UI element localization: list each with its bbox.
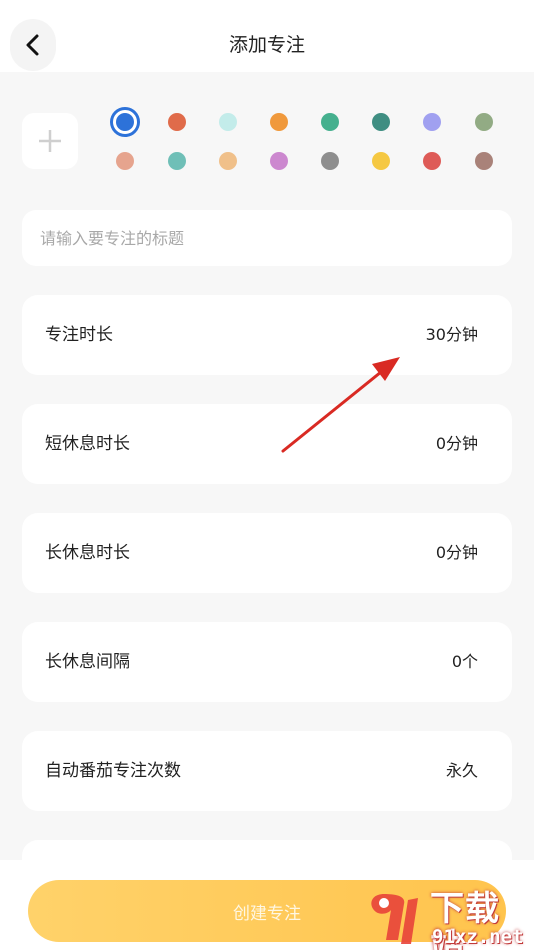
color-option[interactable] [475, 152, 493, 170]
setting-label: 长休息时长 [45, 543, 130, 563]
color-option[interactable] [372, 152, 390, 170]
color-option[interactable] [219, 152, 237, 170]
plus-icon [39, 130, 61, 152]
selected-color-indicator [116, 113, 134, 131]
setting-label: 长休息间隔 [45, 652, 130, 672]
setting-row-short-break[interactable]: 短休息时长 0分钟 [22, 404, 512, 484]
color-option[interactable] [168, 113, 186, 131]
add-icon-button[interactable] [22, 113, 78, 169]
color-option[interactable] [116, 152, 134, 170]
setting-row-auto-pomodoro-count[interactable]: 自动番茄专注次数 永久 [22, 731, 512, 811]
setting-label: 自动番茄专注次数 [45, 761, 181, 781]
setting-value: 0分钟 [435, 543, 478, 562]
setting-label: 专注时长 [45, 325, 113, 345]
color-option[interactable] [423, 152, 441, 170]
setting-row-long-break[interactable]: 长休息时长 0分钟 [22, 513, 512, 593]
watermark-domain: 91xz.net [432, 926, 524, 948]
setting-value: 永久 [445, 761, 478, 780]
setting-value: 30分钟 [425, 325, 478, 344]
watermark: 下载站 91xz.net [364, 890, 534, 950]
setting-label: 短休息时长 [45, 434, 130, 454]
setting-value: 0个 [451, 652, 478, 671]
setting-value: 0分钟 [435, 434, 478, 453]
color-option[interactable] [270, 113, 288, 131]
page-title: 添加专注 [228, 34, 305, 56]
color-option[interactable] [475, 113, 493, 131]
watermark-logo [371, 894, 418, 944]
color-option[interactable] [423, 113, 441, 131]
color-option[interactable] [321, 152, 339, 170]
title-input[interactable] [22, 210, 512, 266]
color-option[interactable] [110, 107, 140, 137]
color-option[interactable] [321, 113, 339, 131]
color-option[interactable] [219, 113, 237, 131]
color-option[interactable] [270, 152, 288, 170]
color-option[interactable] [372, 113, 390, 131]
setting-row-long-break-interval[interactable]: 长休息间隔 0个 [22, 622, 512, 702]
setting-row-focus-duration[interactable]: 专注时长 30分钟 [22, 295, 512, 375]
color-option[interactable] [168, 152, 186, 170]
